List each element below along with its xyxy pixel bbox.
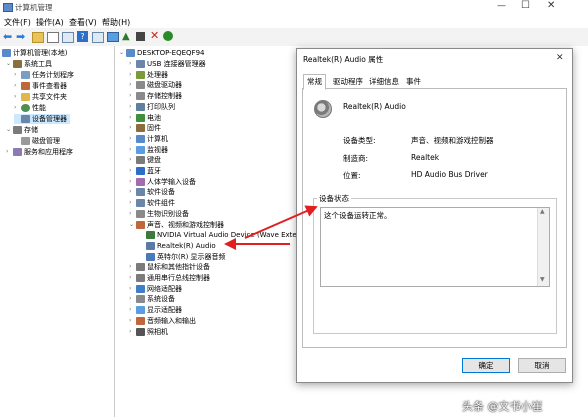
annotation-arrows [224, 205, 318, 250]
watermark: 头条 @文书小崔 [462, 400, 543, 413]
tab-general[interactable]: 常规 [303, 74, 326, 90]
arrow-to-status [244, 205, 318, 239]
